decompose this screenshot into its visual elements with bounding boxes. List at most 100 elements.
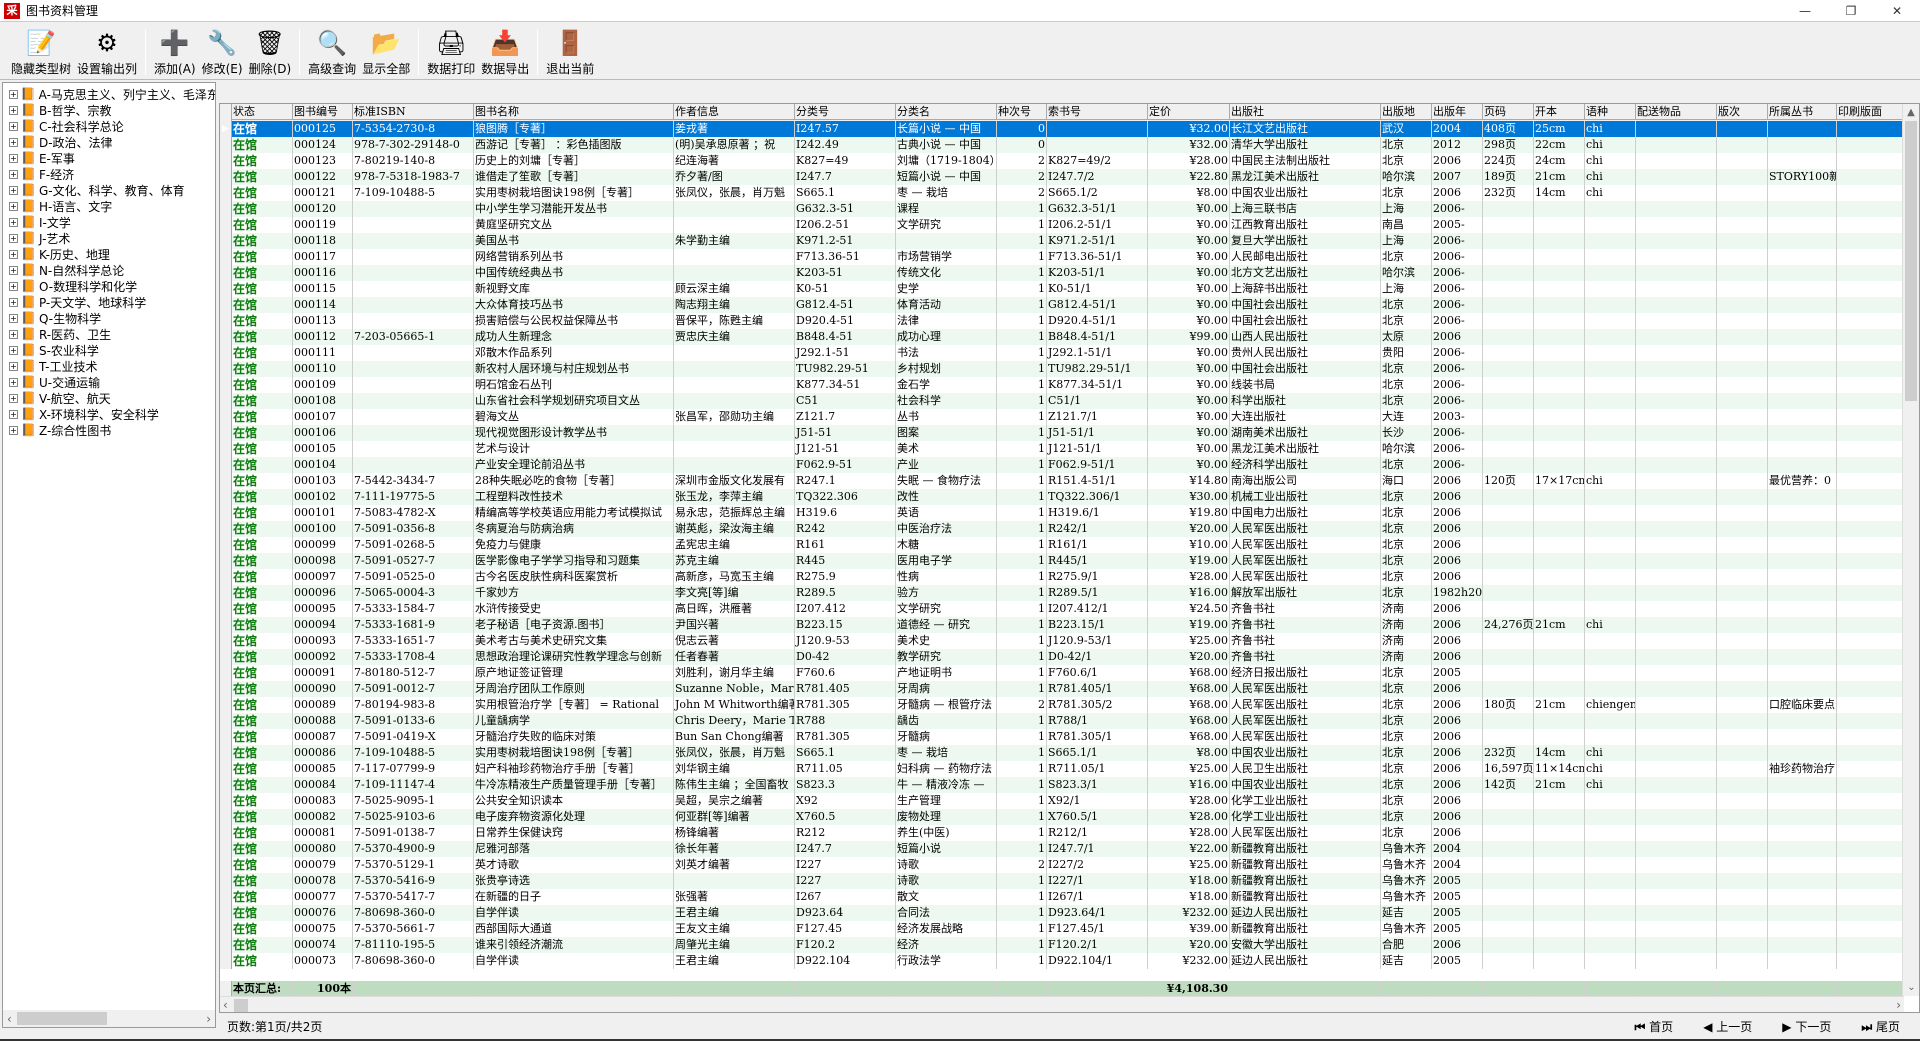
table-row[interactable]: 在馆 000084 7-109-11147-4 牛冷冻精液生产质量管理手册［专著］ 陈伟… [220,777,1904,793]
row-indicator[interactable] [220,617,232,633]
tree-item[interactable]: + 📙 N-自然科学总论 [3,262,215,278]
table-row[interactable]: 在馆 000093 7-5333-1651-7 美术考古与美术史研究文集 倪志云著 J12… [220,633,1904,649]
column-header-edition[interactable]: 版次 [1717,104,1768,120]
table-row[interactable]: 在馆 000107 碧海文丛 张昌军，邵勋功主编 Z121.7 丛书 1 Z121.7/1 ¥0… [220,409,1904,425]
scroll-right-icon[interactable]: › [1896,997,1901,1012]
table-row[interactable]: 在馆 000079 7-5370-5129-1 英才诗歌 刘英才编著 I227 诗歌 2 I22… [220,857,1904,873]
tree-item[interactable]: + 📙 D-政治、法律 [3,134,215,150]
tree-item[interactable]: + 📙 O-数理科学和化学 [3,278,215,294]
table-row[interactable]: 在馆 000100 7-5091-0356-8 冬病夏治与防病治病 谢英彪，梁汝海主编 R… [220,521,1904,537]
row-indicator[interactable] [220,953,232,969]
row-indicator[interactable] [220,809,232,825]
table-row[interactable]: 在馆 000096 7-5065-0004-3 千家妙方 李文亮[等]编 R289.5 验方… [220,585,1904,601]
column-header-series[interactable]: 所属丛书 [1768,104,1837,120]
tree-item[interactable]: + 📙 E-军事 [3,150,215,166]
row-indicator[interactable] [220,265,232,281]
first-page-button[interactable]: ⏮ 首页 [1635,1018,1674,1035]
table-row[interactable]: 在馆 000075 7-5370-5661-7 西部国际大通道 王友文主编 F127.45… [220,921,1904,937]
expand-icon[interactable]: + [9,345,18,355]
table-row[interactable]: 在馆 000119 黄庭坚研究文丛 I206.2-51 文学研究 1 I206.2-51/1… [220,217,1904,233]
table-row[interactable]: 在馆 000106 现代视觉图形设计教学丛书 J51-51 图案 1 J51-51/1 ¥0.… [220,425,1904,441]
tree-item[interactable]: + 📙 F-经济 [3,166,215,182]
hide-tree-button[interactable]: 📝 隐藏类型树 [8,25,74,79]
table-row[interactable]: 在馆 000116 中国传统经典丛书 K203-51 传统文化 1 K203-51/1 ¥0.… [220,265,1904,281]
tree-item[interactable]: + 📙 C-社会科学总论 [3,118,215,134]
row-indicator[interactable] [220,345,232,361]
table-row[interactable]: 在馆 000081 7-5091-0138-7 日常养生保健诀窍 杨锋编著 R212 养生(… [220,825,1904,841]
row-indicator[interactable] [220,329,232,345]
row-indicator[interactable] [220,249,232,265]
column-header-delivery[interactable]: 配送物品 [1636,104,1717,120]
table-row[interactable]: 在馆 000073 7-80698-360-0 自学伴读 王君主编 D922.104 行政法… [220,953,1904,969]
row-indicator[interactable] [220,233,232,249]
column-header-print-layout[interactable]: 印刷版面 [1837,104,1904,120]
row-indicator[interactable] [220,297,232,313]
row-indicator[interactable] [220,521,232,537]
table-row[interactable]: 在馆 000102 7-111-19775-5 工程塑料改性技术 张玉龙，李萍主编 TQ3… [220,489,1904,505]
expand-icon[interactable]: + [9,153,18,163]
table-row[interactable]: 在馆 000112 7-203-05665-1 成功人生新理念 贾忠庆主编 B848.4-… [220,329,1904,345]
expand-icon[interactable]: + [9,185,18,195]
table-row[interactable]: 在馆 000099 7-5091-0268-5 免疫力与健康 孟宪忠主编 R161 木糖 1 R… [220,537,1904,553]
row-indicator[interactable] [220,921,232,937]
row-indicator[interactable] [220,729,232,745]
row-indicator[interactable] [220,505,232,521]
row-indicator[interactable] [220,409,232,425]
row-indicator[interactable] [220,377,232,393]
column-header-size[interactable]: 开本 [1534,104,1585,120]
prev-page-button[interactable]: ◀ 上一页 [1703,1018,1752,1035]
column-header-pub-year[interactable]: 出版年 [1432,104,1483,120]
row-indicator[interactable] [220,745,232,761]
print-button[interactable]: 🖨 数据打印 [424,25,478,79]
tree-item[interactable]: + 📙 S-农业科学 [3,342,215,358]
table-row[interactable]: 在馆 000108 山东省社会科学规划研究项目文丛 C51 社会科学 1 C51/1 ¥0.0… [220,393,1904,409]
table-row[interactable]: 在馆 000087 7-5091-0419-X 牙髓治疗失败的临床对策 Bun San … [220,729,1904,745]
tree-item[interactable]: + 📙 K-历史、地理 [3,246,215,262]
expand-icon[interactable]: + [9,297,18,307]
row-indicator[interactable] [220,777,232,793]
tree-item[interactable]: + 📙 T-工业技术 [3,358,215,374]
row-indicator[interactable] [220,281,232,297]
row-indicator[interactable] [220,217,232,233]
show-all-button[interactable]: 📂 显示全部 [359,25,413,79]
scroll-down-icon[interactable]: ⌄ [1903,979,1919,996]
expand-icon[interactable]: + [9,377,18,387]
table-row[interactable]: 在馆 000110 新农村人居环境与村庄规划丛书 TU982.29-51 乡村规划 1 TU… [220,361,1904,377]
row-indicator[interactable] [220,441,232,457]
expand-icon[interactable]: + [9,169,18,179]
column-header-language[interactable]: 语种 [1585,104,1636,120]
table-row[interactable]: 在馆 000120 中小学生学习潜能开发丛书 G632.3-51 课程 1 G632.3-5… [220,201,1904,217]
table-row[interactable]: 在馆 000101 7-5083-4782-X 精编高等学校英语应用能力考试模拟试 易永… [220,505,1904,521]
exit-button[interactable]: 🚪 退出当前 [543,25,597,79]
expand-icon[interactable]: + [9,89,18,99]
column-header-price[interactable]: 定价 [1148,104,1230,120]
row-indicator[interactable] [220,361,232,377]
expand-icon[interactable]: + [9,105,18,115]
table-row[interactable]: 在馆 000094 7-5333-1681-9 老子秘语［电子资源.图书］ 尹国兴著 B2… [220,617,1904,633]
table-row[interactable]: 在馆 000074 7-81110-195-5 谁来引领经济潮流 周肇光主编 F120.2… [220,937,1904,953]
table-row[interactable]: 在馆 000111 邓散木作品系列 J292.1-51 书法 1 J292.1-51/1 ¥0… [220,345,1904,361]
tree-item[interactable]: + 📙 V-航空、航天 [3,390,215,406]
expand-icon[interactable]: + [9,249,18,259]
table-row[interactable]: 在馆 000089 7-80194-983-8 实用根管治疗学［专著］ = Ratio… [220,697,1904,713]
row-indicator[interactable] [220,201,232,217]
column-header-pages[interactable]: 页码 [1483,104,1534,120]
column-header-author[interactable]: 作者信息 [674,104,795,120]
tree-item[interactable]: + 📙 X-环境科学、安全科学 [3,406,215,422]
scroll-up-icon[interactable]: ▲ [1903,104,1919,121]
table-row[interactable]: 在馆 000092 7-5333-1708-4 思想政治理论课研究性教学理念与创新 任者… [220,649,1904,665]
row-indicator[interactable] [220,537,232,553]
row-indicator[interactable] [220,825,232,841]
tree-item[interactable]: + 📙 Q-生物科学 [3,310,215,326]
table-row[interactable]: 在馆 000091 7-80180-512-7 原产地证签证管理 刘胜利，谢月华主编 F7… [220,665,1904,681]
row-indicator[interactable] [220,761,232,777]
row-indicator[interactable] [220,841,232,857]
table-row[interactable]: 在馆 000083 7-5025-9095-1 公共安全知识读本 吴超，吴宗之编著 X92… [220,793,1904,809]
row-indicator[interactable] [220,185,232,201]
add-button[interactable]: ➕ 添加(A) [151,25,199,79]
table-row[interactable]: 在馆 000077 7-5370-5417-7 在新疆的日子 张强著 I267 散文 1 I26… [220,889,1904,905]
row-indicator[interactable] [220,633,232,649]
row-indicator[interactable] [220,697,232,713]
tree-item[interactable]: + 📙 P-天文学、地球科学 [3,294,215,310]
minimize-button[interactable]: — [1782,0,1828,22]
